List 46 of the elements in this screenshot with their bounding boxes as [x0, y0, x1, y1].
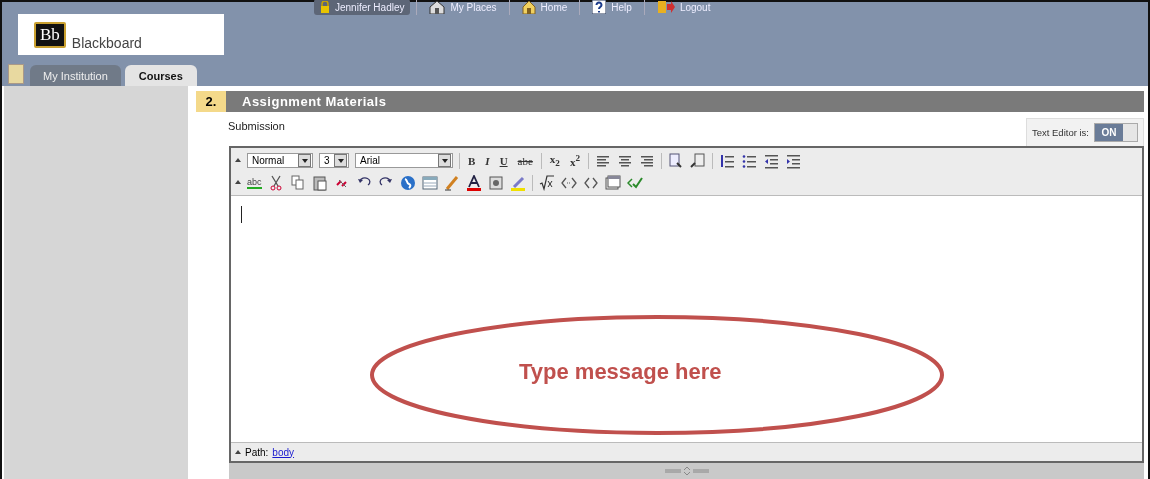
spellcheck-button[interactable]: abc — [247, 176, 262, 189]
highlighter-icon[interactable] — [509, 174, 526, 191]
text-editor[interactable]: Normal 3 Arial B I U abe x$_{2}$ x$^{2}$ abc Type message here Path: body — [229, 146, 1144, 463]
indent-icon[interactable] — [785, 152, 801, 169]
format-button[interactable]: abe — [515, 154, 535, 167]
section-title: Assignment Materials — [226, 91, 1144, 112]
panel-toggle-icon[interactable] — [8, 64, 24, 84]
format-button[interactable]: x$_{2}$ — [547, 152, 562, 169]
format-button[interactable]: B — [466, 154, 478, 167]
format-dropdown[interactable]: Normal — [247, 153, 313, 168]
section-number: 2. — [196, 91, 226, 112]
tab[interactable]: My Institution — [30, 65, 121, 86]
toggle-label: Text Editor is: — [1031, 127, 1089, 138]
tab[interactable]: Courses — [124, 65, 197, 86]
exit-door-icon — [656, 0, 675, 14]
paste-document-icon[interactable] — [668, 152, 684, 169]
toggle-switch[interactable]: ON — [1094, 123, 1138, 142]
lock-icon — [320, 1, 330, 13]
field-label: Submission — [228, 120, 285, 132]
nav-link[interactable]: Jennifer Hadley — [314, 0, 411, 15]
logo-text: Blackboard — [71, 35, 142, 51]
pencil-icon[interactable] — [443, 174, 460, 191]
copy-icon[interactable] — [289, 174, 306, 191]
font-color-icon[interactable] — [465, 174, 482, 191]
format-button[interactable]: x$^{2}$ — [567, 153, 582, 168]
clipboard-icon[interactable] — [311, 174, 328, 191]
square-root-icon[interactable] — [538, 174, 555, 191]
numbered-list-icon[interactable] — [719, 152, 735, 169]
outdent-icon[interactable] — [763, 152, 779, 169]
image-icon[interactable] — [487, 174, 504, 191]
home-icon — [521, 0, 536, 14]
font-dropdown[interactable]: Arial — [355, 153, 453, 168]
document-icon[interactable] — [690, 152, 706, 169]
path-label: Path: — [245, 446, 269, 458]
logo-mark: Bb — [34, 22, 66, 48]
size-dropdown[interactable]: 3 — [319, 153, 349, 168]
window-icon[interactable] — [604, 174, 621, 191]
bulleted-list-icon[interactable] — [741, 152, 757, 169]
resize-handle-icon[interactable] — [664, 466, 709, 476]
cut-icon[interactable] — [267, 174, 284, 191]
format-button[interactable]: U — [497, 154, 510, 167]
annotation-text: Type message here — [519, 359, 722, 385]
format-button[interactable]: I — [483, 154, 492, 167]
house-icon — [429, 0, 446, 14]
path-link[interactable]: body — [272, 446, 295, 458]
globe-icon[interactable] — [399, 174, 416, 191]
